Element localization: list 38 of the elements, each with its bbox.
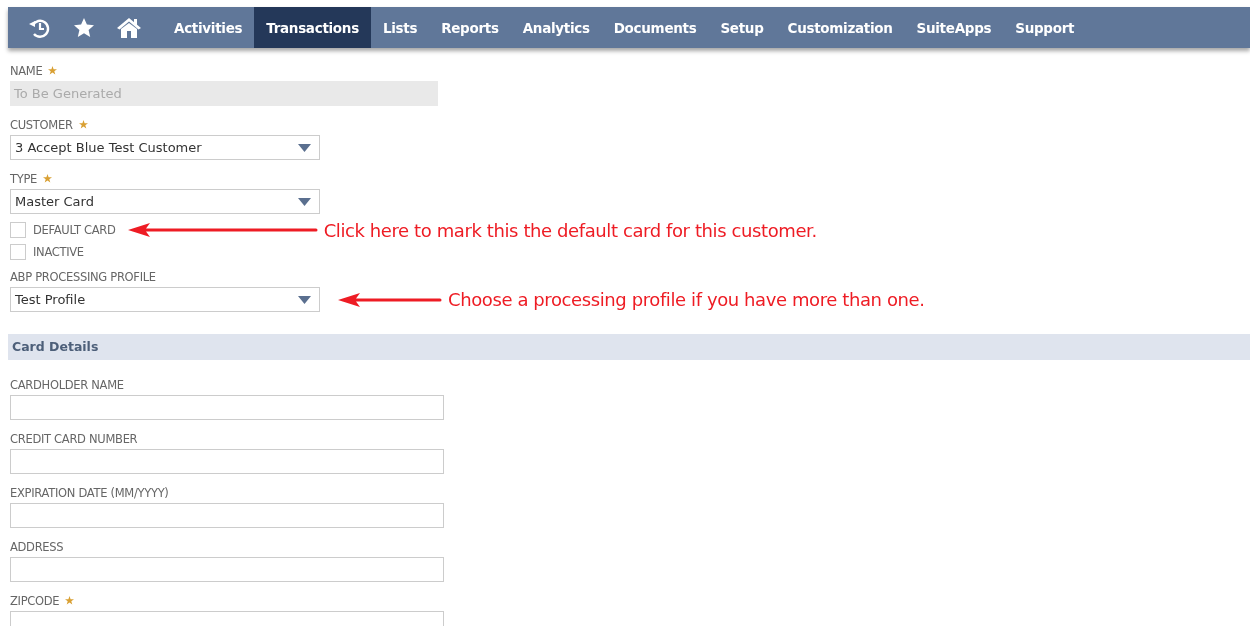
- checkbox[interactable]: [10, 244, 26, 260]
- nav-tab[interactable]: SuiteApps: [904, 7, 1004, 48]
- input-field[interactable]: [10, 557, 444, 582]
- field-label: CARDHOLDER NAME: [10, 377, 124, 392]
- nav-tab[interactable]: Transactions: [254, 7, 371, 48]
- nav-tab[interactable]: Support: [1003, 7, 1087, 48]
- caret-icon: [298, 197, 311, 206]
- field-label: CREDIT CARD NUMBER: [10, 431, 138, 446]
- input-field[interactable]: [10, 449, 444, 474]
- nav-tab[interactable]: Customization: [775, 7, 905, 48]
- nav-tab[interactable]: Analytics: [510, 7, 602, 48]
- dropdown[interactable]: Master Card: [10, 189, 320, 214]
- field-label: EXPIRATION DATE (MM/YYYY): [10, 485, 169, 500]
- nav-tab[interactable]: Setup: [708, 7, 776, 48]
- nav-tab[interactable]: Documents: [601, 7, 709, 48]
- nav-tab[interactable]: Reports: [429, 7, 511, 48]
- annotation-text: Click here to mark this the default card for this customer.: [323, 219, 817, 241]
- field-label: TYPE: [10, 171, 38, 186]
- checkbox-label: INACTIVE: [33, 245, 84, 259]
- home-icon[interactable]: [116, 15, 142, 40]
- readonly-field: To Be Generated: [10, 81, 438, 106]
- field-label: ABP PROCESSING PROFILE: [10, 269, 156, 284]
- nav-tab[interactable]: Lists: [370, 7, 430, 48]
- caret-icon: [298, 143, 311, 152]
- field-label: CUSTOMER: [10, 117, 73, 132]
- caret-icon: [298, 295, 311, 304]
- nav-tab[interactable]: Activities: [162, 7, 255, 48]
- annotation-text: Choose a processing profile if you have more than one.: [448, 289, 925, 310]
- checkbox[interactable]: [10, 222, 26, 238]
- field-label: ADDRESS: [10, 539, 64, 554]
- input-field[interactable]: [10, 395, 444, 420]
- section-header: Card Details: [8, 334, 1250, 360]
- field-label: NAME: [10, 63, 43, 78]
- dropdown[interactable]: Test Profile: [10, 287, 320, 312]
- checkbox-label: DEFAULT CARD: [33, 223, 116, 237]
- field-label: ZIPCODE: [10, 593, 60, 608]
- input-field[interactable]: [10, 503, 444, 528]
- dropdown[interactable]: 3 Accept Blue Test Customer: [10, 135, 320, 160]
